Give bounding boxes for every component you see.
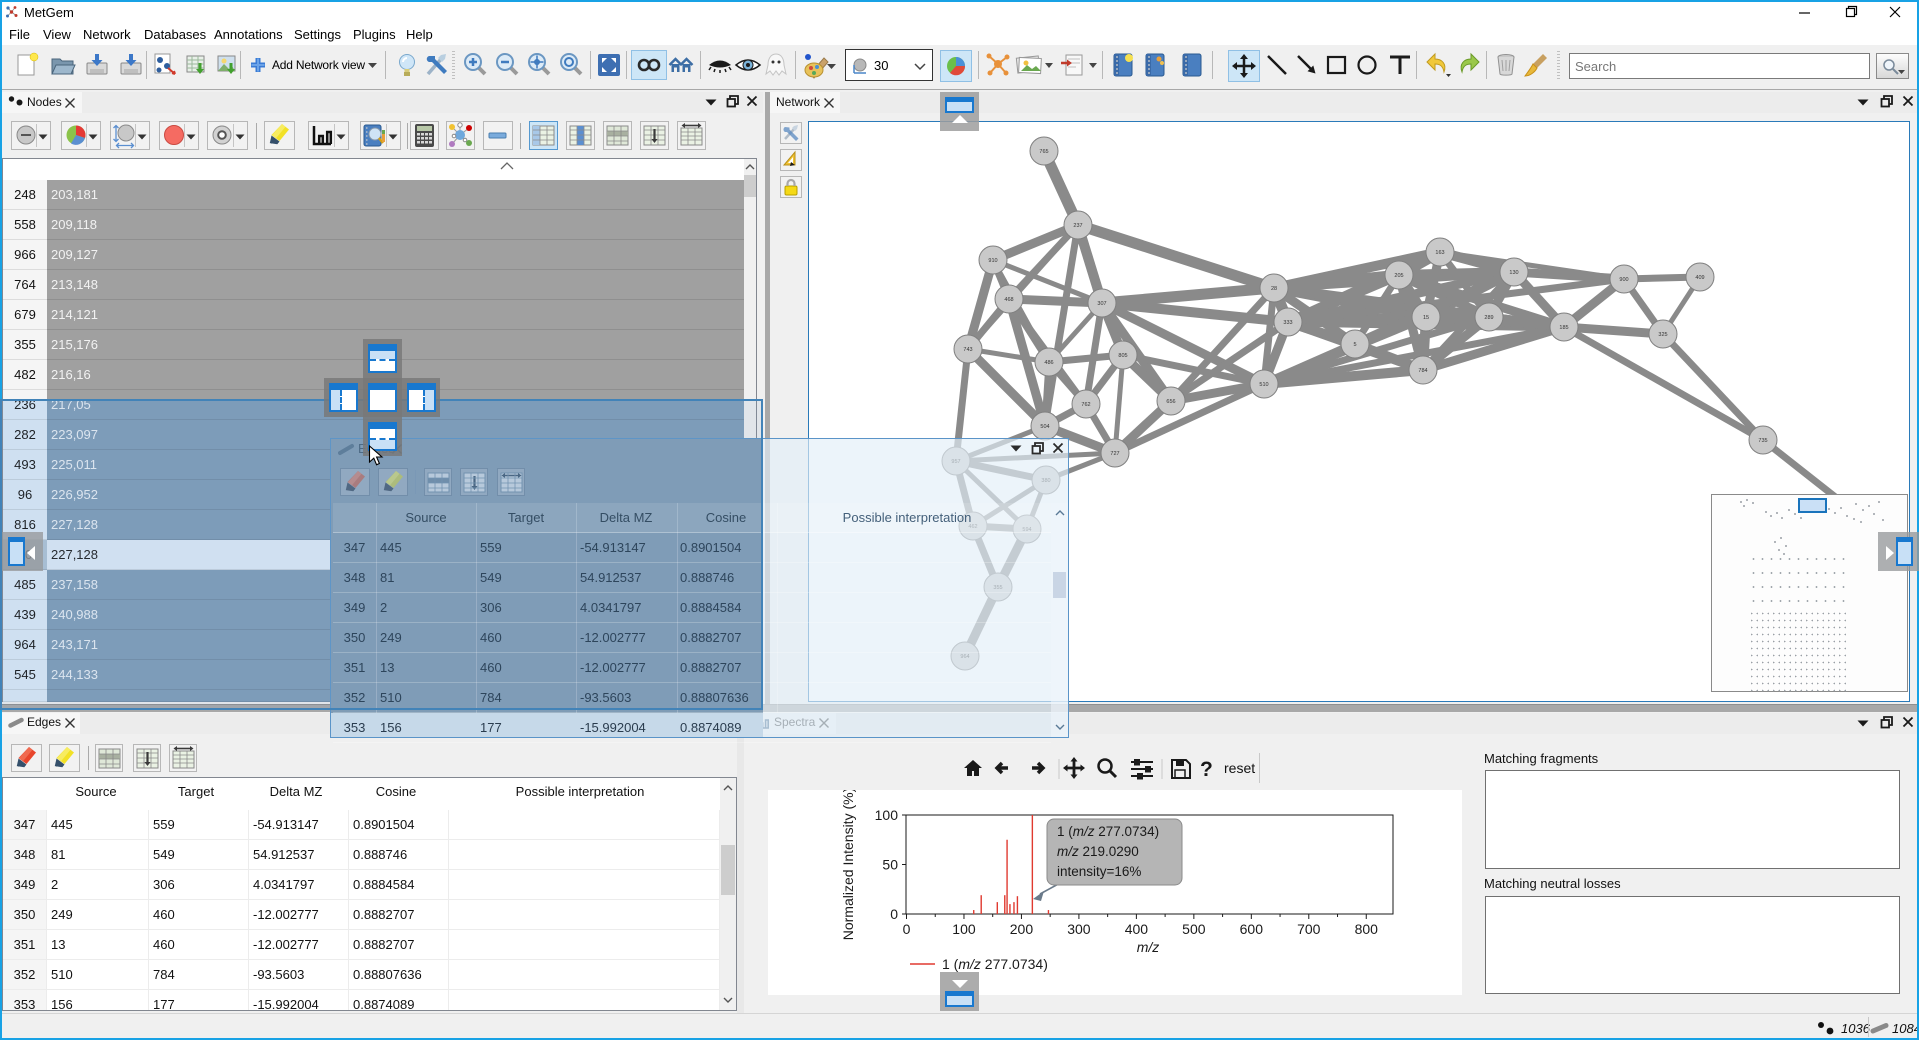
svg-text:m/z 219.0290: m/z 219.0290 [1057,844,1139,859]
svg-text:325: 325 [1658,332,1667,338]
svg-text:100: 100 [875,807,899,823]
svg-text:1 (m/z 277.0734): 1 (m/z 277.0734) [1057,824,1159,839]
svg-text:762: 762 [1081,402,1090,408]
svg-text:765: 765 [1039,149,1048,155]
svg-text:784: 784 [1418,368,1427,374]
svg-text:m/z: m/z [1137,939,1160,955]
svg-text:163: 163 [1435,250,1444,256]
svg-text:5: 5 [1353,342,1356,348]
svg-text:333: 333 [1283,320,1292,326]
svg-text:289: 289 [1484,315,1493,321]
svg-text:Normalized Intensity (%): Normalized Intensity (%) [840,790,856,940]
svg-text:0: 0 [890,906,898,922]
svg-text:205: 205 [1394,273,1403,279]
svg-text:504: 504 [1040,424,1049,430]
svg-text:100: 100 [952,921,976,937]
svg-text:727: 727 [1110,451,1119,457]
svg-text:743: 743 [963,347,972,353]
svg-text:700: 700 [1297,921,1321,937]
svg-text:50: 50 [882,857,898,873]
svg-text:486: 486 [1044,360,1053,366]
svg-text:300: 300 [1067,921,1091,937]
svg-text:?: ? [1200,758,1213,781]
svg-text:735: 735 [1758,438,1767,444]
svg-text:468: 468 [1004,297,1013,303]
svg-text:307: 307 [1097,301,1106,307]
svg-text:510: 510 [1259,382,1268,388]
svg-text:409: 409 [1695,275,1704,281]
svg-text:656: 656 [1166,399,1175,405]
svg-text:500: 500 [1182,921,1206,937]
svg-text:0: 0 [903,921,911,937]
svg-text:28: 28 [1271,286,1277,292]
svg-text:237: 237 [1073,223,1082,229]
svg-text:805: 805 [1118,353,1127,359]
svg-text:130: 130 [1509,270,1518,276]
svg-text:15: 15 [1423,315,1429,321]
svg-text:1 (m/z 277.0734): 1 (m/z 277.0734) [942,956,1048,972]
svg-text:400: 400 [1125,921,1149,937]
svg-text:intensity=16%: intensity=16% [1057,864,1141,879]
svg-text:600: 600 [1240,921,1264,937]
svg-text:900: 900 [1619,277,1628,283]
svg-text:185: 185 [1559,325,1568,331]
svg-text:800: 800 [1355,921,1379,937]
svg-text:910: 910 [988,258,997,264]
svg-text:200: 200 [1010,921,1034,937]
